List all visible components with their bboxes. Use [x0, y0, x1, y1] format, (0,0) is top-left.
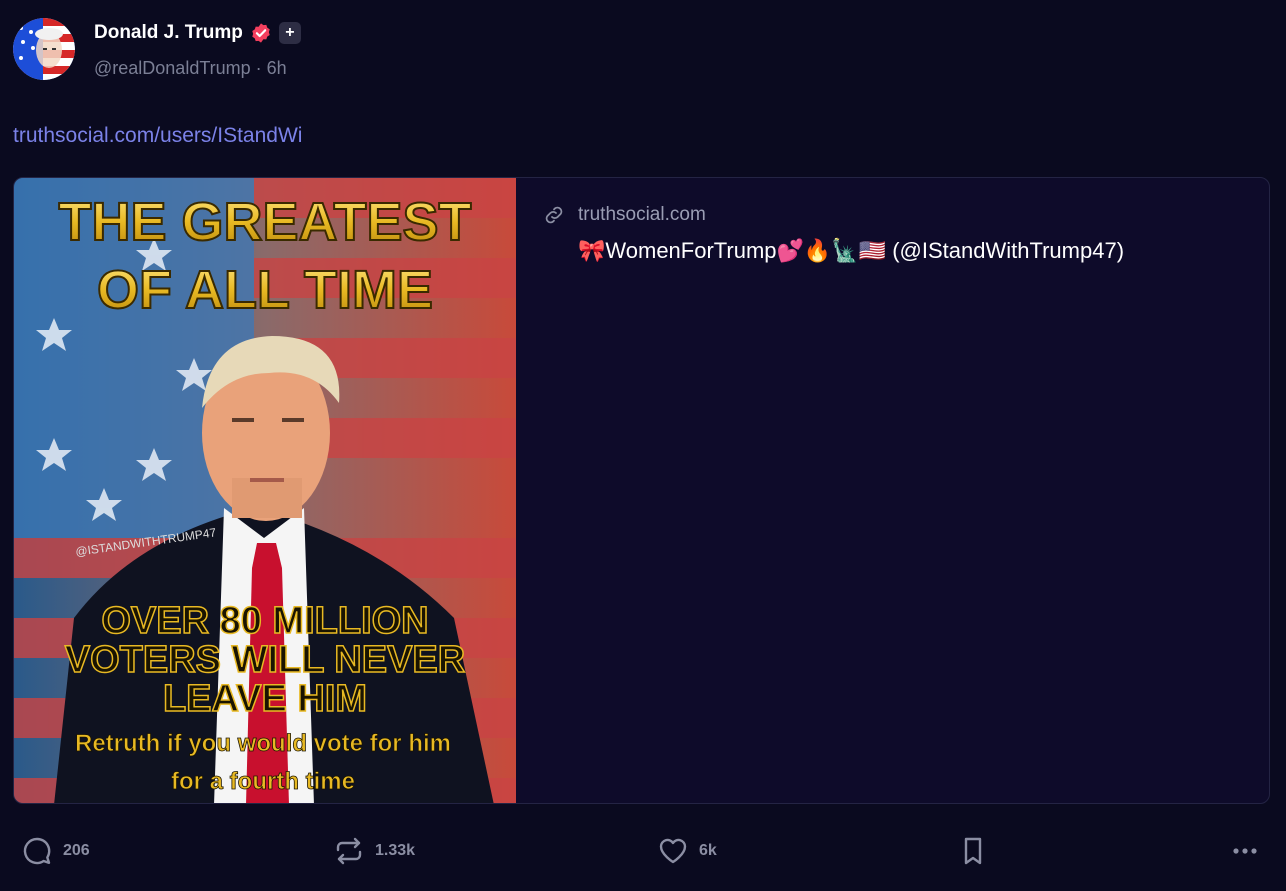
- truth-plus-badge: +: [278, 22, 301, 44]
- timestamp[interactable]: 6h: [267, 58, 287, 79]
- like-count: 6k: [699, 842, 717, 859]
- post-header: Donald J. Trump + @realDonaldTrump · 6h: [13, 18, 613, 82]
- card-title[interactable]: 🎀WomenForTrump💕🔥🗽🇺🇸 (@IStandWithTrump47): [578, 238, 1249, 264]
- verified-badge-icon: [250, 22, 272, 44]
- image-headline-2: OF ALL TIME: [97, 260, 433, 320]
- display-name[interactable]: Donald J. Trump: [94, 22, 243, 44]
- image-line-1: OVER 80 MILLION: [101, 600, 428, 642]
- bookmark-button[interactable]: [957, 828, 989, 874]
- more-options-button[interactable]: [1229, 828, 1261, 874]
- retruth-icon: [333, 835, 365, 867]
- preview-image: THE GREATEST OF ALL TIME @ISTANDWITHTRUM…: [14, 178, 516, 803]
- action-bar: 206 1.33k 6k: [13, 828, 1273, 874]
- image-headline-1: THE GREATEST: [58, 192, 471, 252]
- reply-icon: [21, 835, 53, 867]
- retruth-button[interactable]: 1.33k: [333, 828, 415, 874]
- post-link[interactable]: truthsocial.com/users/IStandWi: [13, 124, 302, 148]
- image-line-3: LEAVE HIM: [163, 678, 367, 720]
- avatar[interactable]: [13, 18, 75, 80]
- link-icon: [542, 203, 566, 227]
- handle-row: @realDonaldTrump · 6h: [94, 58, 287, 79]
- reply-count: 206: [63, 842, 90, 859]
- retruth-count: 1.33k: [375, 842, 416, 859]
- separator: ·: [255, 58, 262, 78]
- link-preview-card[interactable]: THE GREATEST OF ALL TIME @ISTANDWITHTRUM…: [13, 177, 1270, 804]
- image-line-2: VOTERS WILL NEVER: [65, 639, 465, 681]
- image-line-4: Retruth if you would vote for him: [75, 730, 451, 757]
- bookmark-icon: [957, 835, 989, 867]
- more-icon: [1229, 835, 1261, 867]
- heart-icon: [657, 835, 689, 867]
- card-domain: truthsocial.com: [578, 204, 706, 225]
- card-meta: truthsocial.com 🎀WomenForTrump💕🔥🗽🇺🇸 (@IS…: [542, 202, 1249, 264]
- image-line-5: for a fourth time: [171, 768, 355, 795]
- like-button[interactable]: 6k: [657, 828, 717, 874]
- reply-button[interactable]: 206: [21, 828, 90, 874]
- author-handle[interactable]: @realDonaldTrump: [94, 58, 251, 79]
